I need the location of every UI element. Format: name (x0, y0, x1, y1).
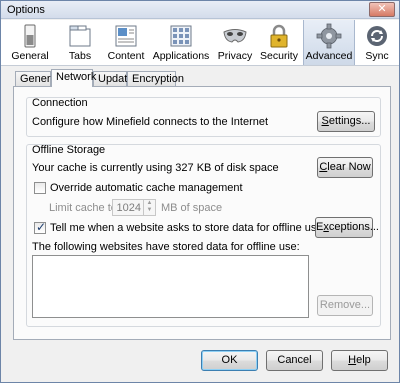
spinner-arrows-icon[interactable]: ▲ ▼ (143, 200, 155, 215)
tab-network[interactable]: Network (51, 69, 96, 87)
close-button[interactable]: ✕ (369, 2, 395, 17)
network-tab-panel: Connection Configure how Minefield conne… (13, 86, 391, 340)
offline-storage-title: Offline Storage (32, 144, 106, 156)
cache-size-spinner[interactable]: 1024 ▲ ▼ (112, 199, 156, 216)
pane-security[interactable]: Security (257, 20, 301, 65)
padlock-icon (270, 24, 288, 48)
sync-icon (367, 26, 387, 46)
clear-now-button[interactable]: Clear Now (317, 157, 373, 178)
cancel-button[interactable]: Cancel (266, 350, 323, 371)
tab-update[interactable]: Update (93, 71, 133, 86)
pane-tabs[interactable]: Tabs (57, 20, 103, 65)
connection-group-title: Connection (32, 97, 88, 109)
pane-label: Applications (152, 50, 210, 62)
preferences-toolbar: General Tabs Content Applications Privac… (1, 20, 399, 66)
tabs-icon (69, 25, 91, 47)
pane-label: Advanced (305, 50, 353, 62)
pane-privacy[interactable]: Privacy (215, 20, 255, 65)
pane-sync[interactable]: Sync (357, 20, 397, 65)
content-icon (115, 25, 137, 47)
websites-label: The following websites have stored data … (32, 241, 300, 253)
tell-me-checkbox[interactable]: ✓ (34, 220, 47, 234)
title-bar: Options ✕ (1, 1, 399, 19)
switch-icon (24, 24, 36, 48)
gear-icon (316, 23, 342, 49)
pane-label: Security (260, 50, 298, 62)
limit-cache-unit: MB of space (161, 202, 223, 214)
cache-size-value: 1024 (116, 202, 141, 214)
applications-icon (170, 25, 192, 47)
tell-me-label: Tell me when a website asks to store dat… (50, 222, 323, 234)
window-title: Options (7, 4, 45, 16)
offline-websites-list[interactable] (32, 255, 309, 318)
limit-cache-label: Limit cache to (49, 202, 117, 214)
options-window: Options ✕ General Tabs Content Applicati… (0, 0, 400, 383)
override-cache-checkbox[interactable] (34, 182, 46, 194)
pane-label: Tabs (68, 50, 92, 62)
pane-general[interactable]: General (7, 20, 53, 65)
connection-group: Connection Configure how Minefield conne… (26, 97, 381, 137)
offline-storage-group: Offline Storage Your cache is currently … (26, 144, 381, 327)
checkmark-icon: ✓ (36, 220, 47, 234)
pane-label: Sync (365, 50, 389, 62)
pane-label: Content (107, 50, 145, 62)
tab-encryption[interactable]: Encryption (127, 71, 184, 86)
ok-button[interactable]: OK (201, 350, 258, 371)
close-icon: ✕ (377, 3, 387, 15)
pane-advanced[interactable]: Advanced (303, 20, 355, 65)
pane-applications[interactable]: Applications (151, 20, 211, 65)
settings-button[interactable]: Settings... (317, 111, 375, 132)
help-button[interactable]: Help (331, 350, 388, 371)
pane-label: Privacy (217, 50, 253, 62)
pane-content[interactable]: Content (105, 20, 147, 65)
tab-general[interactable]: General (15, 71, 59, 86)
mask-icon (223, 29, 247, 43)
pane-label: General (11, 50, 49, 62)
exceptions-button[interactable]: Exceptions... (315, 217, 379, 238)
remove-button[interactable]: Remove... (317, 295, 373, 316)
override-cache-label: Override automatic cache management (50, 182, 243, 194)
cache-usage-text: Your cache is currently using 327 KB of … (32, 162, 279, 174)
connection-description: Configure how Minefield connects to the … (32, 116, 269, 128)
